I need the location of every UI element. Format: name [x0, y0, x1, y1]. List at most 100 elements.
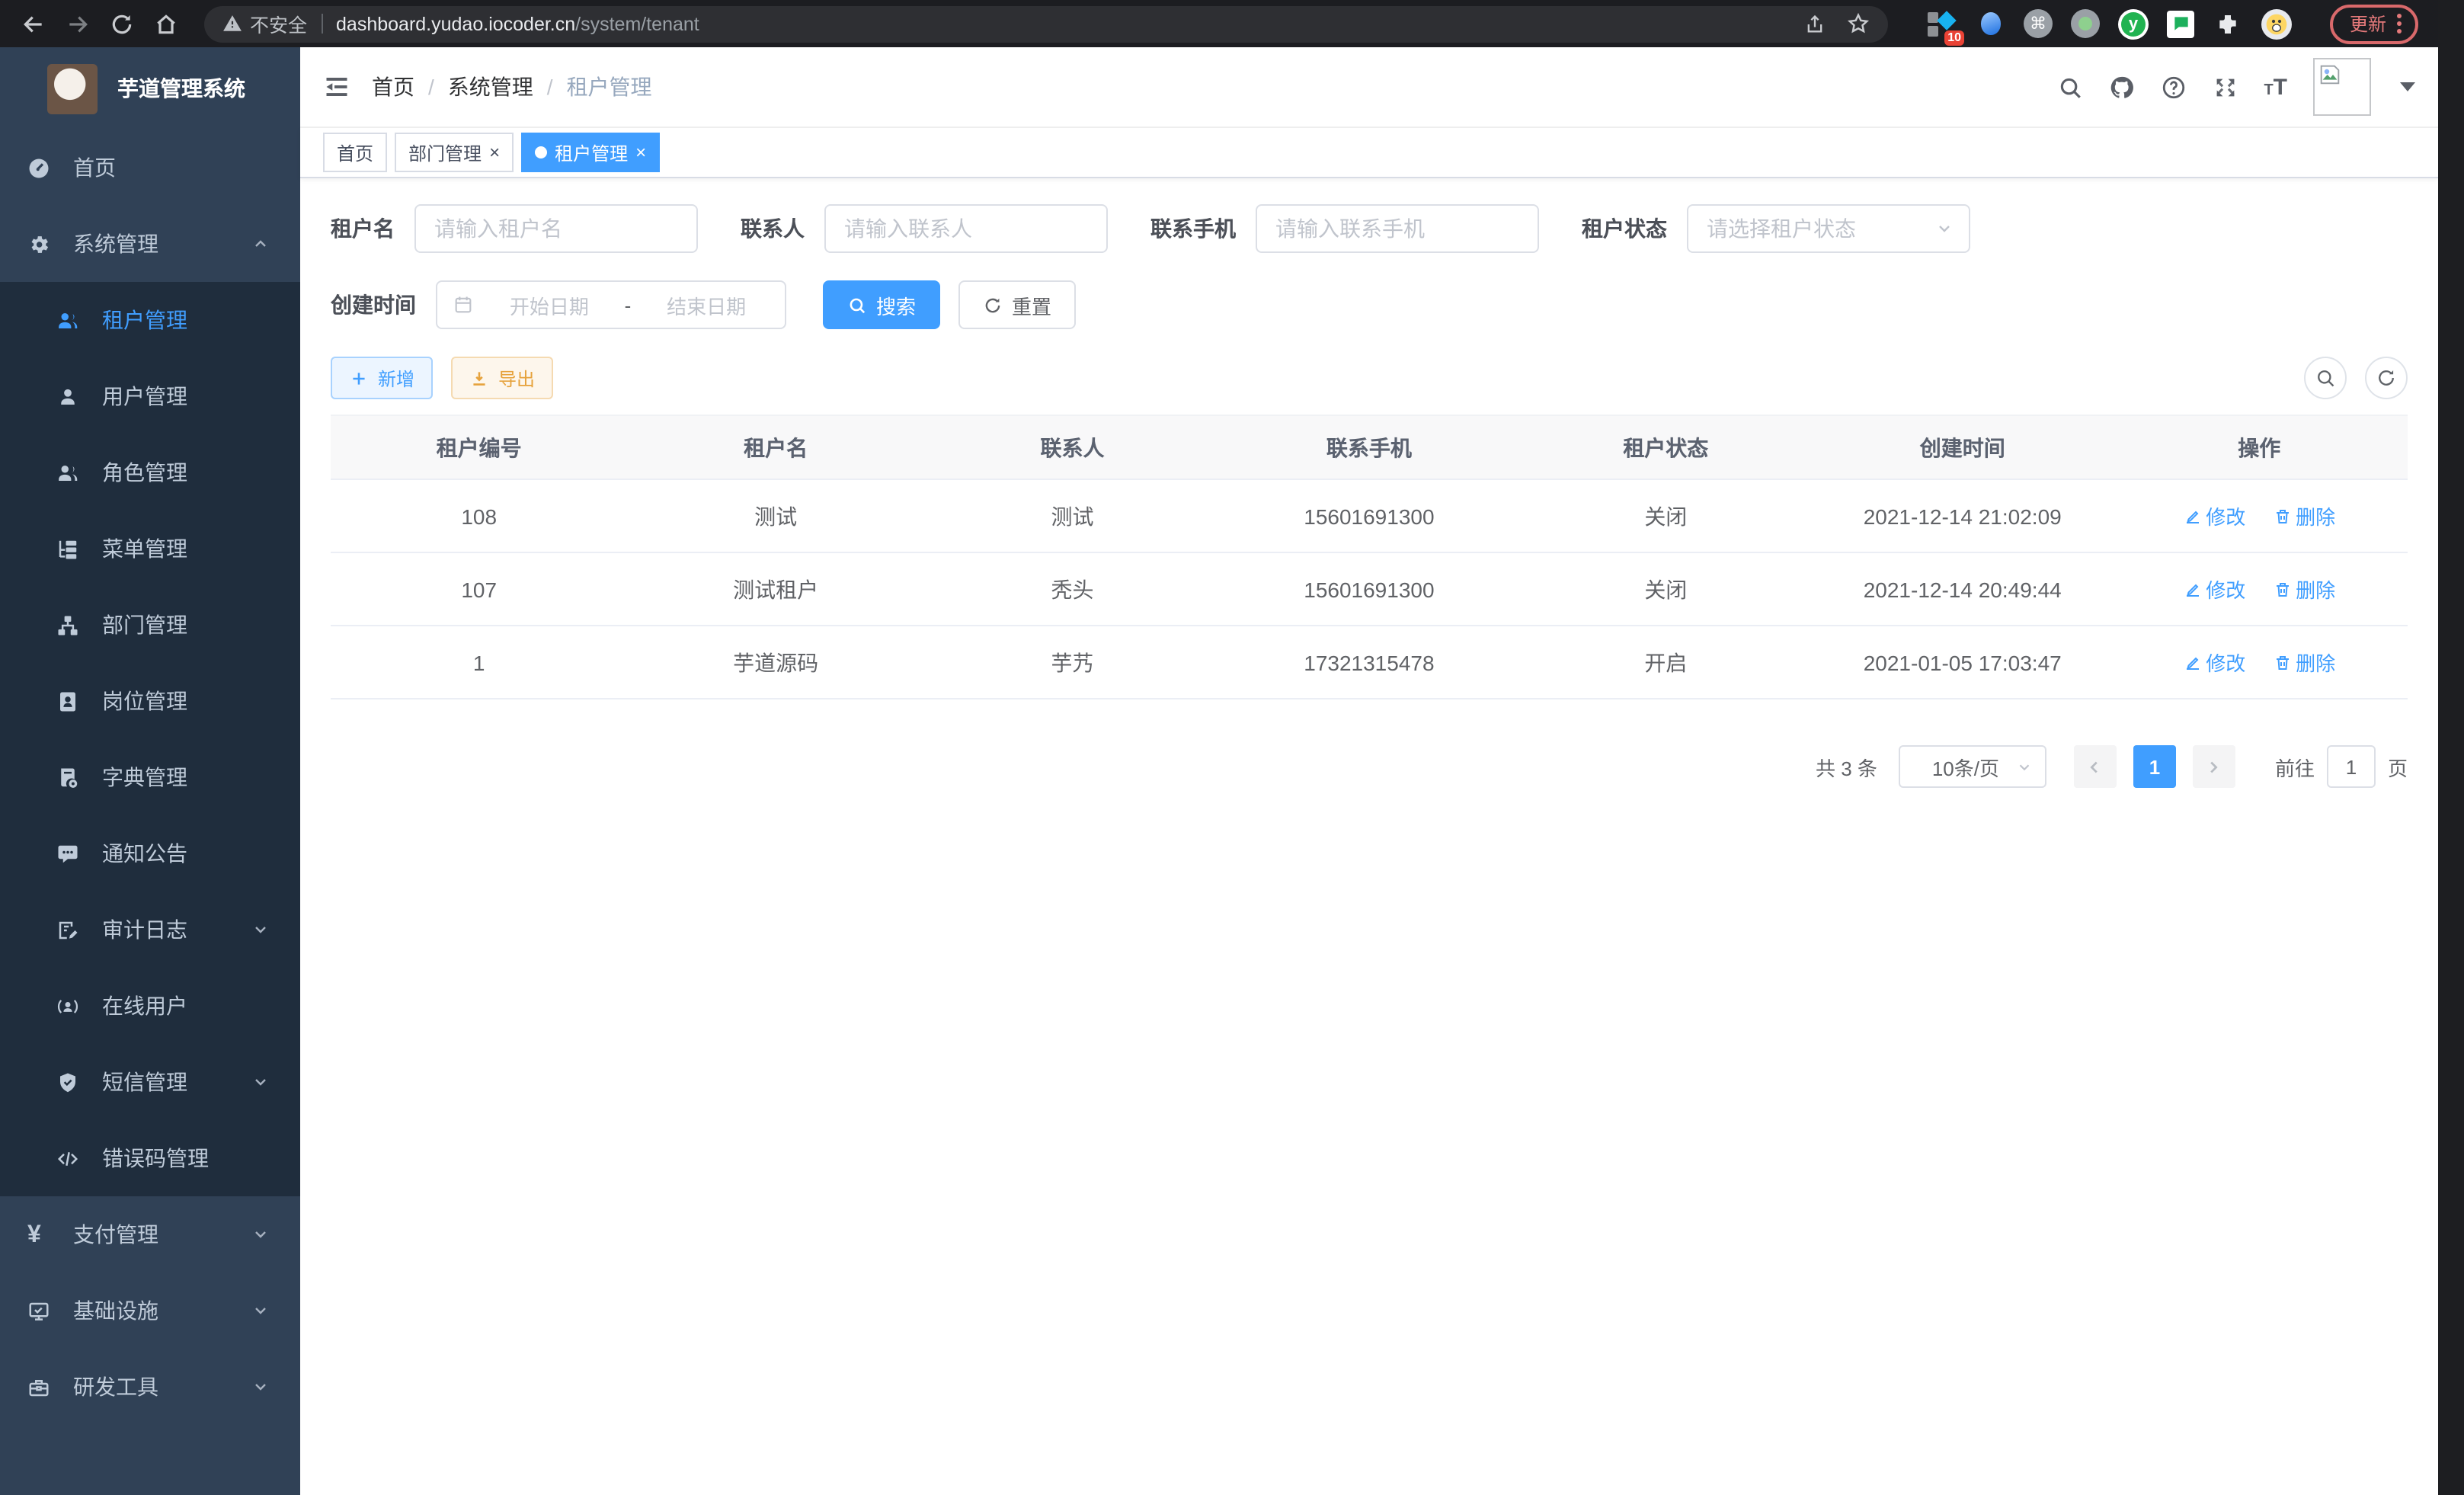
tag-tenant[interactable]: 租户管理 × — [521, 133, 660, 172]
sidebar-item-notice[interactable]: 通知公告 — [0, 815, 300, 892]
show-search-button[interactable] — [2304, 357, 2347, 399]
breadcrumb-current: 租户管理 — [567, 72, 652, 102]
chevron-down-icon — [251, 1225, 270, 1244]
sidebar-item-user[interactable]: 用户管理 — [0, 358, 300, 434]
delete-link[interactable]: 删除 — [2273, 501, 2335, 530]
contact-input[interactable] — [824, 204, 1108, 253]
sidebar-item-audit-log[interactable]: 审计日志 — [0, 892, 300, 968]
col-tenant-id: 租户编号 — [331, 415, 627, 479]
reload-icon[interactable] — [110, 11, 134, 36]
chevron-down-icon — [251, 1301, 270, 1320]
col-status: 租户状态 — [1518, 415, 1814, 479]
forward-icon[interactable] — [66, 11, 90, 36]
edit-icon — [2183, 580, 2201, 598]
address-bar[interactable]: 不安全 dashboard.yudao.iocoder.cn/system/te… — [204, 5, 1888, 42]
sidebar-item-sms[interactable]: 短信管理 — [0, 1044, 300, 1120]
user-icon — [56, 385, 79, 408]
edit-link[interactable]: 修改 — [2183, 648, 2245, 677]
github-icon[interactable] — [2108, 74, 2134, 100]
page-size-select[interactable]: 10条/页 — [1899, 745, 2046, 788]
start-date-placeholder: 开始日期 — [486, 290, 613, 319]
delete-link[interactable]: 删除 — [2273, 575, 2335, 603]
sidebar-item-dict[interactable]: 字典管理 — [0, 739, 300, 815]
search-button[interactable]: 搜索 — [823, 280, 940, 329]
edit-link[interactable]: 修改 — [2183, 501, 2245, 530]
sidebar-item-role[interactable]: 角色管理 — [0, 434, 300, 511]
export-button[interactable]: 导出 — [451, 357, 553, 399]
cell-tenant-name: 测试 — [627, 479, 923, 552]
extension-command-icon[interactable]: ⌘ — [2024, 9, 2053, 38]
sidebar-item-devtools[interactable]: 研发工具 — [0, 1349, 300, 1425]
edit-link[interactable]: 修改 — [2183, 575, 2245, 603]
org-tree-icon — [56, 613, 79, 636]
search-icon[interactable] — [2056, 74, 2082, 100]
font-size-icon[interactable]: TT — [2264, 74, 2287, 100]
caret-down-icon[interactable] — [2400, 82, 2415, 91]
breadcrumb-system[interactable]: 系统管理 — [448, 72, 533, 102]
sidebar-item-system[interactable]: 系统管理 — [0, 206, 300, 282]
home-icon[interactable] — [154, 11, 178, 36]
back-icon[interactable] — [21, 11, 46, 36]
status-select[interactable]: 请选择租户状态 — [1687, 204, 1970, 253]
browser-menu-icon[interactable] — [2397, 13, 2402, 33]
sidebar-item-online-users[interactable]: 在线用户 — [0, 968, 300, 1044]
extension-widget-icon[interactable]: 10 — [1926, 8, 1957, 39]
close-icon[interactable]: × — [489, 143, 500, 162]
avatar[interactable] — [2313, 58, 2371, 116]
col-contact: 联系人 — [924, 415, 1221, 479]
cell-mobile: 15601691300 — [1221, 479, 1517, 552]
refresh-table-button[interactable] — [2365, 357, 2408, 399]
cell-tenant-id: 1 — [331, 626, 627, 699]
page-number-1[interactable]: 1 — [2133, 745, 2176, 788]
bookmark-star-icon[interactable] — [1847, 12, 1870, 35]
tag-dept[interactable]: 部门管理 × — [395, 133, 514, 172]
download-icon — [469, 368, 489, 388]
edit-icon — [2183, 653, 2201, 671]
sidebar-item-tenant[interactable]: 租户管理 — [0, 282, 300, 358]
share-icon[interactable] — [1804, 13, 1826, 34]
system-submenu: 租户管理 用户管理 角色管理 菜单管理 部门管理 — [0, 282, 300, 1196]
extension-emoji-icon[interactable] — [2261, 8, 2292, 39]
goto-page-input[interactable] — [2327, 745, 2376, 788]
extension-chat-icon[interactable] — [2167, 10, 2194, 37]
tag-home[interactable]: 首页 — [323, 133, 387, 172]
mobile-input[interactable] — [1256, 204, 1539, 253]
reset-button[interactable]: 重置 — [958, 280, 1076, 329]
sidebar-item-infra[interactable]: 基础设施 — [0, 1273, 300, 1349]
cell-tenant-id: 108 — [331, 479, 627, 552]
delete-link[interactable]: 删除 — [2273, 648, 2335, 677]
next-page-button[interactable] — [2193, 745, 2235, 788]
sidebar-toggle-icon[interactable] — [323, 73, 350, 101]
tenant-name-input[interactable] — [414, 204, 698, 253]
add-button[interactable]: 新增 — [331, 357, 433, 399]
sidebar-item-error-code[interactable]: 错误码管理 — [0, 1120, 300, 1196]
calendar-icon — [453, 294, 474, 315]
extension-record-icon[interactable] — [2071, 9, 2100, 38]
sidebar-item-dept[interactable]: 部门管理 — [0, 587, 300, 663]
table-row: 107 测试租户 秃头 15601691300 关闭 2021-12-14 20… — [331, 552, 2408, 626]
contact-label: 联系人 — [741, 213, 805, 244]
chevron-up-icon — [251, 235, 270, 253]
logo[interactable]: 芋道管理系统 — [0, 47, 300, 130]
trash-icon — [2273, 653, 2291, 671]
prev-page-button[interactable] — [2074, 745, 2117, 788]
filter-row-1: 租户名 联系人 联系手机 租户状态 请选择租户状态 — [331, 204, 2408, 253]
sidebar: 芋道管理系统 首页 系统管理 租户管理 用户管理 — [0, 47, 300, 1495]
help-icon[interactable] — [2160, 74, 2186, 100]
extension-balloon-icon[interactable] — [1975, 8, 2005, 39]
tenant-name-label: 租户名 — [331, 213, 395, 244]
sidebar-item-menu[interactable]: 菜单管理 — [0, 511, 300, 587]
toolbar-row: 新增 导出 — [331, 357, 2408, 399]
security-label[interactable]: 不安全 — [250, 9, 307, 38]
close-icon[interactable]: × — [635, 143, 646, 162]
date-range-picker[interactable]: 开始日期 - 结束日期 — [436, 280, 786, 329]
sidebar-item-pay[interactable]: ¥ 支付管理 — [0, 1196, 300, 1273]
browser-update-button[interactable]: 更新 — [2330, 4, 2418, 43]
extensions-puzzle-icon[interactable] — [2213, 8, 2243, 39]
cell-tenant-name: 芋道源码 — [627, 626, 923, 699]
extension-y-icon[interactable]: y — [2118, 8, 2149, 39]
sidebar-item-post[interactable]: 岗位管理 — [0, 663, 300, 739]
breadcrumb-home[interactable]: 首页 — [372, 72, 414, 102]
fullscreen-icon[interactable] — [2212, 74, 2238, 100]
sidebar-item-home[interactable]: 首页 — [0, 130, 300, 206]
